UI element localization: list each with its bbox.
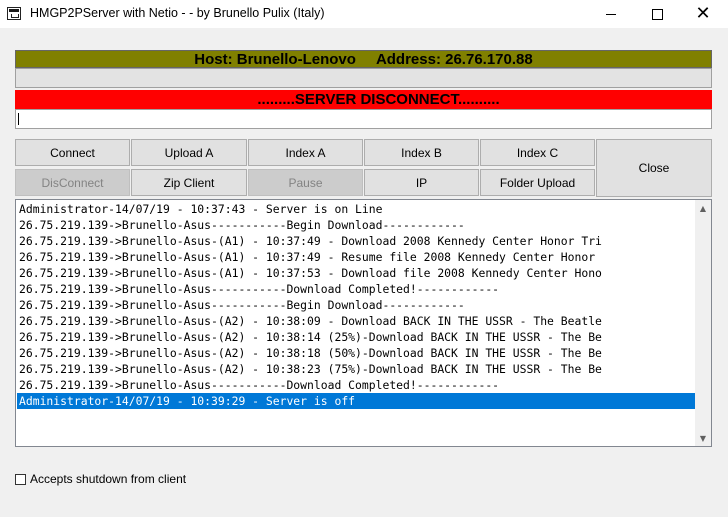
accept-shutdown-checkbox[interactable] [15,473,26,485]
ip-button[interactable]: IP [364,169,479,196]
log-entry[interactable]: 26.75.219.139->Brunello-Asus-(A1) - 10:3… [17,265,696,281]
maximize-button[interactable] [634,0,680,28]
server-log-list[interactable]: Administrator-14/07/19 - 10:37:43 - Serv… [15,199,712,447]
log-entry[interactable]: 26.75.219.139->Brunello-Asus-(A2) - 10:3… [17,329,696,345]
vertical-scrollbar[interactable]: ▲ ▼ [695,200,711,446]
app-icon [7,7,21,20]
log-entry[interactable]: 26.75.219.139->Brunello-Asus-----------B… [17,217,696,233]
host-banner: Host: Brunello-Lenovo Address: 26.76.170… [15,50,712,68]
maximize-icon [651,8,663,20]
index-b-button[interactable]: Index B [364,139,479,166]
log-entry[interactable]: Administrator-14/07/19 - 10:39:29 - Serv… [17,393,696,409]
close-button[interactable]: Close [596,139,712,197]
scroll-up-icon[interactable]: ▲ [695,200,711,216]
text-caret [18,113,19,125]
accept-shutdown-option[interactable]: Accepts shutdown from client [15,472,186,486]
status-input-field[interactable] [15,109,712,129]
accept-shutdown-label: Accepts shutdown from client [30,472,187,486]
log-entry[interactable]: 26.75.219.139->Brunello-Asus-(A1) - 10:3… [17,233,696,249]
log-entry[interactable]: 26.75.219.139->Brunello-Asus-----------D… [17,377,696,393]
connect-button[interactable]: Connect [15,139,130,166]
log-entry[interactable]: 26.75.219.139->Brunello-Asus-(A1) - 10:3… [17,249,696,265]
window-title: HMGP2PServer with Netio - - by Brunello … [30,6,325,20]
minimize-icon [606,13,616,15]
disconnect-button[interactable]: DisConnect [15,169,130,196]
zip-client-button[interactable]: Zip Client [131,169,247,196]
log-entry[interactable]: 26.75.219.139->Brunello-Asus-(A2) - 10:3… [17,345,696,361]
log-entry[interactable]: 26.75.219.139->Brunello-Asus-----------D… [17,281,696,297]
close-icon: ✕ [695,3,711,24]
folder-upload-button[interactable]: Folder Upload [480,169,595,196]
index-c-button[interactable]: Index C [480,139,595,166]
host-label: Host: Brunello-Lenovo [194,50,356,68]
address-label: Address: 26.76.170.88 [375,50,533,68]
log-entry[interactable]: 26.75.219.139->Brunello-Asus-(A2) - 10:3… [17,313,696,329]
title-bar: HMGP2PServer with Netio - - by Brunello … [0,0,728,28]
scroll-down-icon[interactable]: ▼ [695,430,711,446]
log-entry[interactable]: 26.75.219.139->Brunello-Asus-(A2) - 10:3… [17,361,696,377]
log-entry[interactable]: Administrator-14/07/19 - 10:37:43 - Serv… [17,201,696,217]
close-window-button[interactable]: ✕ [680,0,726,28]
server-status-text: .........SERVER DISCONNECT.......... [257,91,500,108]
host-subbar [15,68,712,88]
log-entry[interactable]: 26.75.219.139->Brunello-Asus-----------B… [17,297,696,313]
log-lines: Administrator-14/07/19 - 10:37:43 - Serv… [17,201,696,409]
upload-a-button[interactable]: Upload A [131,139,247,166]
pause-button[interactable]: Pause [248,169,363,196]
minimize-button[interactable] [588,0,634,28]
index-a-button[interactable]: Index A [248,139,363,166]
server-status-banner: .........SERVER DISCONNECT.......... [15,90,712,109]
